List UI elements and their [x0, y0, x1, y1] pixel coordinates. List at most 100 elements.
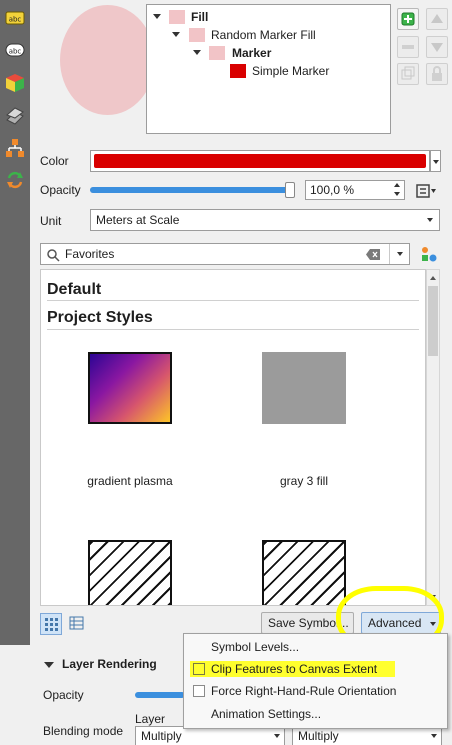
blend-layer-value: Multiply: [141, 729, 182, 743]
unit-select[interactable]: Meters at Scale: [90, 209, 440, 231]
section-project-styles-heading: Project Styles: [47, 309, 153, 326]
symbol-layer-tree[interactable]: Fill Random Marker Fill Marker Simple Ma…: [146, 4, 391, 134]
chevron-down-icon: [274, 734, 280, 738]
style-manager-button[interactable]: [419, 245, 439, 265]
layer-opacity-slider[interactable]: [135, 692, 185, 698]
abc-label-icon-text: abc: [9, 16, 22, 24]
lock-icon: [432, 66, 442, 81]
data-defined-override-button[interactable]: [414, 180, 438, 202]
collapse-arrow-icon[interactable]: [44, 662, 54, 668]
opacity-slider[interactable]: [90, 182, 295, 198]
icon-view-button[interactable]: [40, 613, 62, 635]
chevron-down-icon: [433, 160, 439, 164]
chevron-down-icon: [431, 734, 437, 738]
clip-features-checkbox[interactable]: [193, 663, 205, 675]
list-view-button[interactable]: [66, 613, 88, 635]
refresh-icon[interactable]: [5, 170, 25, 190]
search-divider: [389, 244, 390, 264]
gray-3-fill-thumbnail[interactable]: [262, 352, 346, 424]
random-marker-fill-swatch: [189, 28, 205, 42]
symbol-library-list[interactable]: Default Project Styles gradient plasma g…: [40, 269, 426, 606]
simple-marker-swatch: [230, 64, 246, 78]
menu-item-label: Animation Settings...: [211, 707, 322, 721]
minus-icon: [402, 45, 414, 49]
color-label: Color: [40, 154, 69, 168]
arrow-down-icon: [431, 43, 443, 52]
blending-mode-label: Blending mode: [43, 724, 124, 738]
section-divider: [47, 329, 419, 330]
expand-arrow-icon[interactable]: [153, 14, 161, 19]
duplicate-icon: [401, 66, 415, 80]
hatch-fill-thumbnail[interactable]: [262, 540, 346, 605]
color-button[interactable]: [90, 150, 430, 172]
fill-swatch: [169, 10, 185, 24]
color-dropdown-button[interactable]: [430, 150, 441, 172]
layer-opacity-label: Opacity: [43, 688, 84, 702]
plus-icon: [401, 12, 415, 26]
layer-label: Layer: [135, 712, 166, 726]
symbol-preview: [60, 5, 155, 115]
data-defined-icon: [416, 184, 436, 198]
section-divider: [47, 300, 419, 301]
color-value-swatch: [94, 154, 426, 168]
tree-item-fill[interactable]: Fill: [191, 8, 208, 26]
opacity-spinbox[interactable]: 100,0 %: [305, 180, 405, 200]
grid-view-icon: [45, 618, 58, 631]
tree-item-random-marker-fill[interactable]: Random Marker Fill: [211, 26, 316, 44]
spin-down-icon[interactable]: [394, 192, 400, 196]
symbol-label[interactable]: gray 3 fill: [224, 474, 384, 488]
menu-item-symbol-levels[interactable]: Symbol Levels...: [184, 636, 447, 658]
opacity-label: Opacity: [40, 183, 81, 197]
layers-icon[interactable]: [5, 106, 25, 126]
unit-select-value: Meters at Scale: [96, 213, 180, 227]
tree-item-simple-marker[interactable]: Simple Marker: [252, 62, 329, 80]
list-view-icon: [69, 616, 84, 630]
section-default-heading: Default: [47, 281, 102, 298]
remove-layer-button[interactable]: [397, 36, 419, 58]
arrow-up-icon: [431, 14, 443, 23]
clear-search-icon[interactable]: [366, 249, 380, 260]
expand-arrow-icon[interactable]: [172, 32, 180, 37]
library-scrollbar[interactable]: [426, 269, 440, 606]
left-tab-rail: abc abc: [0, 0, 30, 745]
menu-item-animation-settings[interactable]: Animation Settings...: [184, 703, 447, 725]
abc-text-icon-text: abc: [9, 48, 22, 56]
unit-label: Unit: [40, 214, 62, 228]
gradient-plasma-thumbnail[interactable]: [88, 352, 172, 424]
search-icon: [47, 249, 60, 262]
scroll-up-icon[interactable]: [430, 276, 436, 280]
expand-arrow-icon[interactable]: [193, 50, 201, 55]
menu-item-clip-features[interactable]: Clip Features to Canvas Extent: [184, 658, 447, 680]
chevron-down-icon[interactable]: [397, 252, 403, 256]
advanced-menu: Symbol Levels... Clip Features to Canvas…: [183, 633, 448, 729]
symbol-label[interactable]: gradient plasma: [50, 474, 210, 488]
layer-rendering-title[interactable]: Layer Rendering: [62, 657, 157, 671]
duplicate-layer-button[interactable]: [397, 63, 419, 85]
abc-label-icon[interactable]: abc: [5, 8, 25, 28]
menu-item-label: Symbol Levels...: [211, 640, 300, 654]
opacity-slider-handle[interactable]: [285, 182, 295, 198]
search-value: Favorites: [65, 247, 115, 261]
lock-layer-button[interactable]: [426, 63, 448, 85]
move-down-button[interactable]: [426, 36, 448, 58]
diagram-icon[interactable]: [5, 138, 25, 158]
add-layer-button[interactable]: [397, 8, 419, 30]
move-up-button[interactable]: [426, 8, 448, 30]
tree-item-marker[interactable]: Marker: [232, 44, 271, 62]
menu-item-label: Clip Features to Canvas Extent: [211, 662, 378, 676]
marker-swatch: [209, 46, 225, 60]
opacity-slider-fill: [90, 187, 295, 193]
menu-item-force-rhr[interactable]: Force Right-Hand-Rule Orientation: [184, 680, 447, 702]
style-manager-icon: [422, 247, 437, 262]
opacity-spin-arrows[interactable]: [391, 181, 403, 199]
chevron-down-icon: [427, 218, 433, 222]
menu-item-label: Force Right-Hand-Rule Orientation: [211, 684, 397, 698]
force-rhr-checkbox[interactable]: [193, 685, 205, 697]
3d-cube-icon[interactable]: [5, 73, 25, 93]
hatch-fill-thumbnail[interactable]: [88, 540, 172, 605]
abc-text-icon[interactable]: abc: [5, 40, 25, 60]
symbol-search-input[interactable]: Favorites: [40, 243, 410, 265]
blend-feature-value: Multiply: [298, 729, 339, 743]
spin-up-icon[interactable]: [394, 183, 400, 187]
scrollbar-thumb[interactable]: [428, 286, 438, 356]
